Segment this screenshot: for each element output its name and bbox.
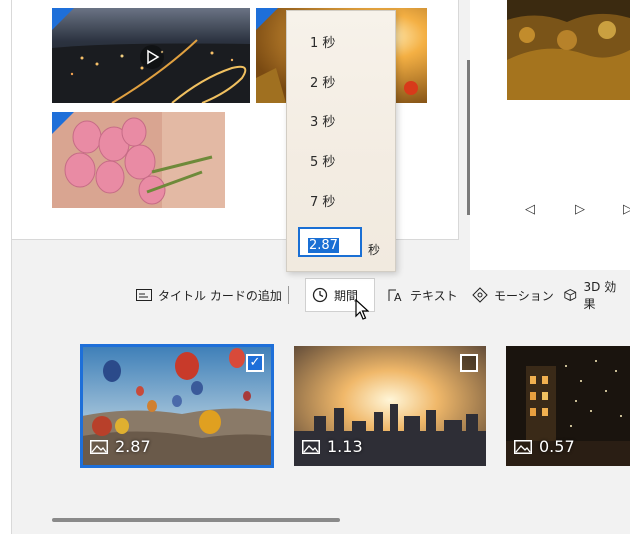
storyboard-card-balloons[interactable]: ✓ 2.87 xyxy=(80,344,274,468)
storyboard-card-city[interactable]: 1.13 xyxy=(294,346,486,466)
play-button[interactable]: ▷ xyxy=(570,200,590,220)
night-highway-image xyxy=(52,8,250,103)
motion-label: モーション xyxy=(494,288,554,303)
svg-text:A: A xyxy=(394,291,402,302)
image-icon xyxy=(514,439,532,454)
duration-option-5s[interactable]: 5 秒 xyxy=(287,144,395,182)
duration-option-7s[interactable]: 7 秒 xyxy=(287,184,395,222)
image-icon xyxy=(302,439,320,454)
motion-icon xyxy=(472,287,488,303)
video-editor-window: ◁ ▷ ▷ 1 秒 2 秒 3 秒 5 秒 7 秒 2.87 秒 タイトル カー… xyxy=(0,0,630,534)
add-title-card-label: タイトル カードの追加 xyxy=(158,288,282,303)
text-label: テキスト xyxy=(410,288,458,303)
card-duration: 2.87 xyxy=(90,437,151,456)
card-duration-value: 2.87 xyxy=(115,437,151,456)
card-select-checkbox[interactable] xyxy=(460,354,478,372)
duration-option-1s[interactable]: 1 秒 xyxy=(287,25,395,63)
card-duration-value: 1.13 xyxy=(327,437,363,456)
custom-duration-value: 2.87 xyxy=(308,238,339,253)
duration-unit-label: 秒 xyxy=(368,243,381,257)
library-thumbnail-tulips[interactable] xyxy=(52,112,225,208)
text-button[interactable]: A テキスト xyxy=(382,278,464,312)
preview-frame xyxy=(507,0,630,100)
preview-landscape-image xyxy=(507,0,630,100)
add-title-card-button[interactable]: タイトル カードの追加 xyxy=(130,278,288,312)
next-frame-button[interactable]: ▷ xyxy=(618,200,630,220)
text-icon: A xyxy=(388,289,402,302)
tulips-image xyxy=(52,112,225,208)
title-card-icon xyxy=(136,289,152,301)
motion-button[interactable]: モーション xyxy=(466,278,560,312)
card-duration: 0.57 xyxy=(514,437,575,456)
3d-effects-icon xyxy=(564,289,577,301)
card-duration: 1.13 xyxy=(302,437,363,456)
preview-pane: ◁ ▷ ▷ xyxy=(470,0,630,270)
card-duration-value: 0.57 xyxy=(539,437,575,456)
left-rail xyxy=(0,0,12,534)
clock-icon xyxy=(312,287,328,303)
toolbar-divider xyxy=(288,286,289,304)
card-select-checkbox[interactable]: ✓ xyxy=(246,354,264,372)
duration-dropdown: 1 秒 2 秒 3 秒 5 秒 7 秒 2.87 秒 xyxy=(286,10,396,272)
duration-option-3s[interactable]: 3 秒 xyxy=(287,104,395,142)
corner-marker xyxy=(256,8,278,30)
library-thumbnail-night-highway[interactable] xyxy=(52,8,250,103)
duration-option-2s[interactable]: 2 秒 xyxy=(287,65,395,103)
storyboard: ✓ 2.87 1.13 0.57 xyxy=(12,320,630,534)
previous-frame-button[interactable]: ◁ xyxy=(520,200,540,220)
3d-effects-button[interactable]: 3D 効果 xyxy=(557,278,630,312)
storyboard-toolbar: タイトル カードの追加 期間 A テキスト モーション 3D 効果 xyxy=(12,270,630,320)
mouse-cursor-icon xyxy=(355,298,370,325)
corner-marker xyxy=(52,112,74,134)
custom-duration-input[interactable]: 2.87 xyxy=(298,227,362,257)
corner-marker xyxy=(52,8,74,30)
3d-effects-label: 3D 効果 xyxy=(583,280,617,311)
image-icon xyxy=(90,439,108,454)
storyboard-scrollbar[interactable] xyxy=(52,518,340,522)
storyboard-card-night-street[interactable]: 0.57 xyxy=(506,346,630,466)
